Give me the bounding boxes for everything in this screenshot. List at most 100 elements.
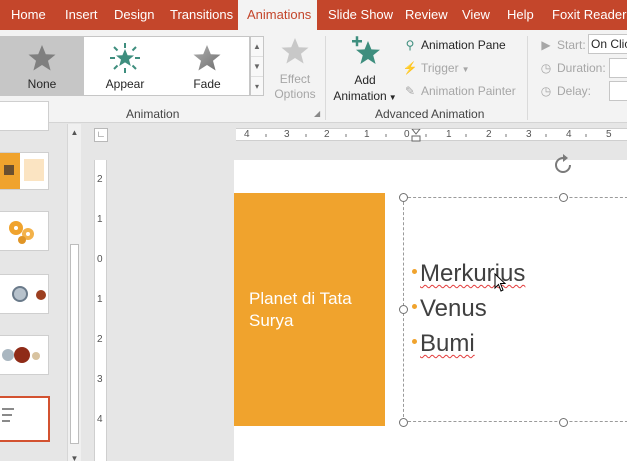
star-fade-icon <box>193 45 221 71</box>
tab-help[interactable]: Help <box>507 0 534 30</box>
slide-title[interactable]: Planet di Tata Surya <box>249 288 374 332</box>
animation-none-label: None <box>27 77 57 91</box>
thumbnail-scrollbar[interactable]: ▲ ▼ <box>67 124 81 461</box>
chevron-down-icon: ▼ <box>388 93 397 102</box>
slide-thumbnail-pane: ▲ ▼ <box>0 102 88 461</box>
slide-canvas[interactable]: Planet di Tata Surya Merkurius Venus Bum… <box>234 154 627 461</box>
delay-label-row: ◷ Delay: <box>538 82 591 100</box>
dialog-launcher-icon[interactable]: ◢ <box>314 109 320 118</box>
effect-options-line2: Options <box>274 87 316 101</box>
star-burst-icon <box>110 43 140 73</box>
content-placeholder[interactable]: Merkurius Venus Bumi <box>403 197 627 422</box>
trigger-label: Trigger <box>421 61 459 75</box>
slide-thumbnail[interactable] <box>0 153 48 189</box>
ruler-number: 4 <box>97 414 103 425</box>
slide-thumbnail[interactable] <box>0 212 48 250</box>
scrollbar-thumb[interactable] <box>70 244 79 444</box>
effect-star-icon <box>281 38 309 64</box>
duration-label: Duration: <box>557 61 606 75</box>
star-gray-icon <box>28 45 56 71</box>
bullet-icon <box>412 339 417 345</box>
bullet-item[interactable]: Merkurius <box>412 260 525 288</box>
clock-icon: ◷ <box>540 84 552 98</box>
start-select[interactable]: On Clic <box>588 34 627 54</box>
add-animation-line1: Add <box>354 73 376 87</box>
play-icon: ▶ <box>541 38 551 52</box>
tab-animations[interactable]: Animations <box>238 0 317 30</box>
title-shape[interactable]: Planet di Tata Surya <box>234 193 385 426</box>
resize-handle[interactable] <box>559 193 568 202</box>
animation-painter-button[interactable]: ✎ Animation Painter <box>402 82 516 100</box>
gallery-more-icon[interactable]: ▾ <box>251 77 263 97</box>
bullet-item[interactable]: Bumi <box>412 330 475 358</box>
ruler-number: 1 <box>97 214 103 225</box>
bullet-text[interactable]: Merkurius <box>420 260 525 287</box>
ruler-number: 2 <box>97 334 103 345</box>
bullet-text[interactable]: Venus <box>420 295 487 322</box>
bullet-item[interactable]: Venus <box>412 295 487 323</box>
bullet-text[interactable]: Bumi <box>420 330 475 357</box>
animation-pane-label: Animation Pane <box>421 38 506 52</box>
resize-handle[interactable] <box>399 418 408 427</box>
duration-input[interactable] <box>609 58 627 78</box>
tab-selector[interactable]: ∟ <box>94 128 108 142</box>
start-label-row: ▶ Start: <box>538 36 586 54</box>
tab-review[interactable]: Review <box>405 0 448 30</box>
ribbon: None Appear Fade ▲ ▼ ▾ Effect Options An… <box>0 30 627 123</box>
animation-gallery: None Appear Fade <box>0 36 250 96</box>
animation-fade[interactable]: Fade <box>166 37 248 95</box>
animation-group-label: Animation <box>126 107 180 121</box>
animation-appear[interactable]: Appear <box>84 37 166 95</box>
rotate-handle-icon[interactable] <box>552 154 574 176</box>
indent-marker-icon[interactable] <box>411 129 421 142</box>
ruler-number: 0 <box>97 254 103 265</box>
animation-fade-label: Fade <box>193 77 221 91</box>
tab-foxit-reader[interactable]: Foxit Reader P <box>552 0 627 30</box>
tab-design[interactable]: Design <box>114 0 154 30</box>
tab-view[interactable]: View <box>462 0 490 30</box>
effect-options-line1: Effect <box>279 72 311 86</box>
resize-handle[interactable] <box>399 193 408 202</box>
resize-handle[interactable] <box>399 305 408 314</box>
add-animation-button[interactable]: Add Animation ▼ <box>330 34 400 104</box>
tab-home[interactable]: Home <box>11 0 46 30</box>
gallery-up-icon[interactable]: ▲ <box>251 37 263 57</box>
animation-painter-label: Animation Painter <box>421 84 516 98</box>
effect-options-label: Effect Options <box>268 72 322 102</box>
slide-thumbnail[interactable] <box>0 102 48 130</box>
trigger-button[interactable]: ⚡ Trigger ▼ <box>402 59 470 77</box>
thumb-text-line <box>2 414 12 416</box>
planets-icon <box>12 286 46 302</box>
slide-thumbnail-selected[interactable] <box>0 398 48 440</box>
animation-none[interactable]: None <box>0 37 84 95</box>
bullet-icon <box>412 304 417 310</box>
effect-options-button[interactable]: Effect Options <box>268 34 322 104</box>
tab-transitions[interactable]: Transitions <box>170 0 233 30</box>
start-label: Start: <box>557 38 586 52</box>
ruler-number: 2 <box>97 174 103 185</box>
horizontal-ruler: 4 3 2 1 0 1 2 3 4 5 <box>236 128 627 142</box>
tab-slide-show[interactable]: Slide Show <box>328 0 393 30</box>
chevron-down-icon: ▼ <box>461 65 470 74</box>
group-separator <box>325 36 326 120</box>
clock-icon: ◷ <box>540 61 552 75</box>
duration-label-row: ◷ Duration: <box>538 59 606 77</box>
advanced-animation-group-label: Advanced Animation <box>375 107 485 121</box>
animation-gallery-scroller[interactable]: ▲ ▼ ▾ <box>250 36 264 96</box>
thumb-text-line <box>2 408 14 410</box>
thumb-text-line <box>2 420 10 422</box>
slide-thumbnail[interactable] <box>0 336 48 374</box>
delay-input[interactable] <box>609 81 627 101</box>
ruler-number: 3 <box>97 374 103 385</box>
tab-insert[interactable]: Insert <box>65 0 98 30</box>
scroll-up-icon[interactable]: ▲ <box>68 126 81 140</box>
delay-label: Delay: <box>557 84 592 98</box>
gallery-down-icon[interactable]: ▼ <box>251 57 263 77</box>
animation-pane-button[interactable]: ⚲ Animation Pane <box>402 36 506 54</box>
painter-icon: ✎ <box>404 84 416 98</box>
resize-handle[interactable] <box>559 418 568 427</box>
vertical-ruler: 2 1 0 1 2 3 4 <box>94 160 107 461</box>
add-animation-line2: Animation <box>333 89 387 103</box>
slide-thumbnail[interactable] <box>0 275 48 313</box>
scroll-down-icon[interactable]: ▼ <box>68 452 81 461</box>
